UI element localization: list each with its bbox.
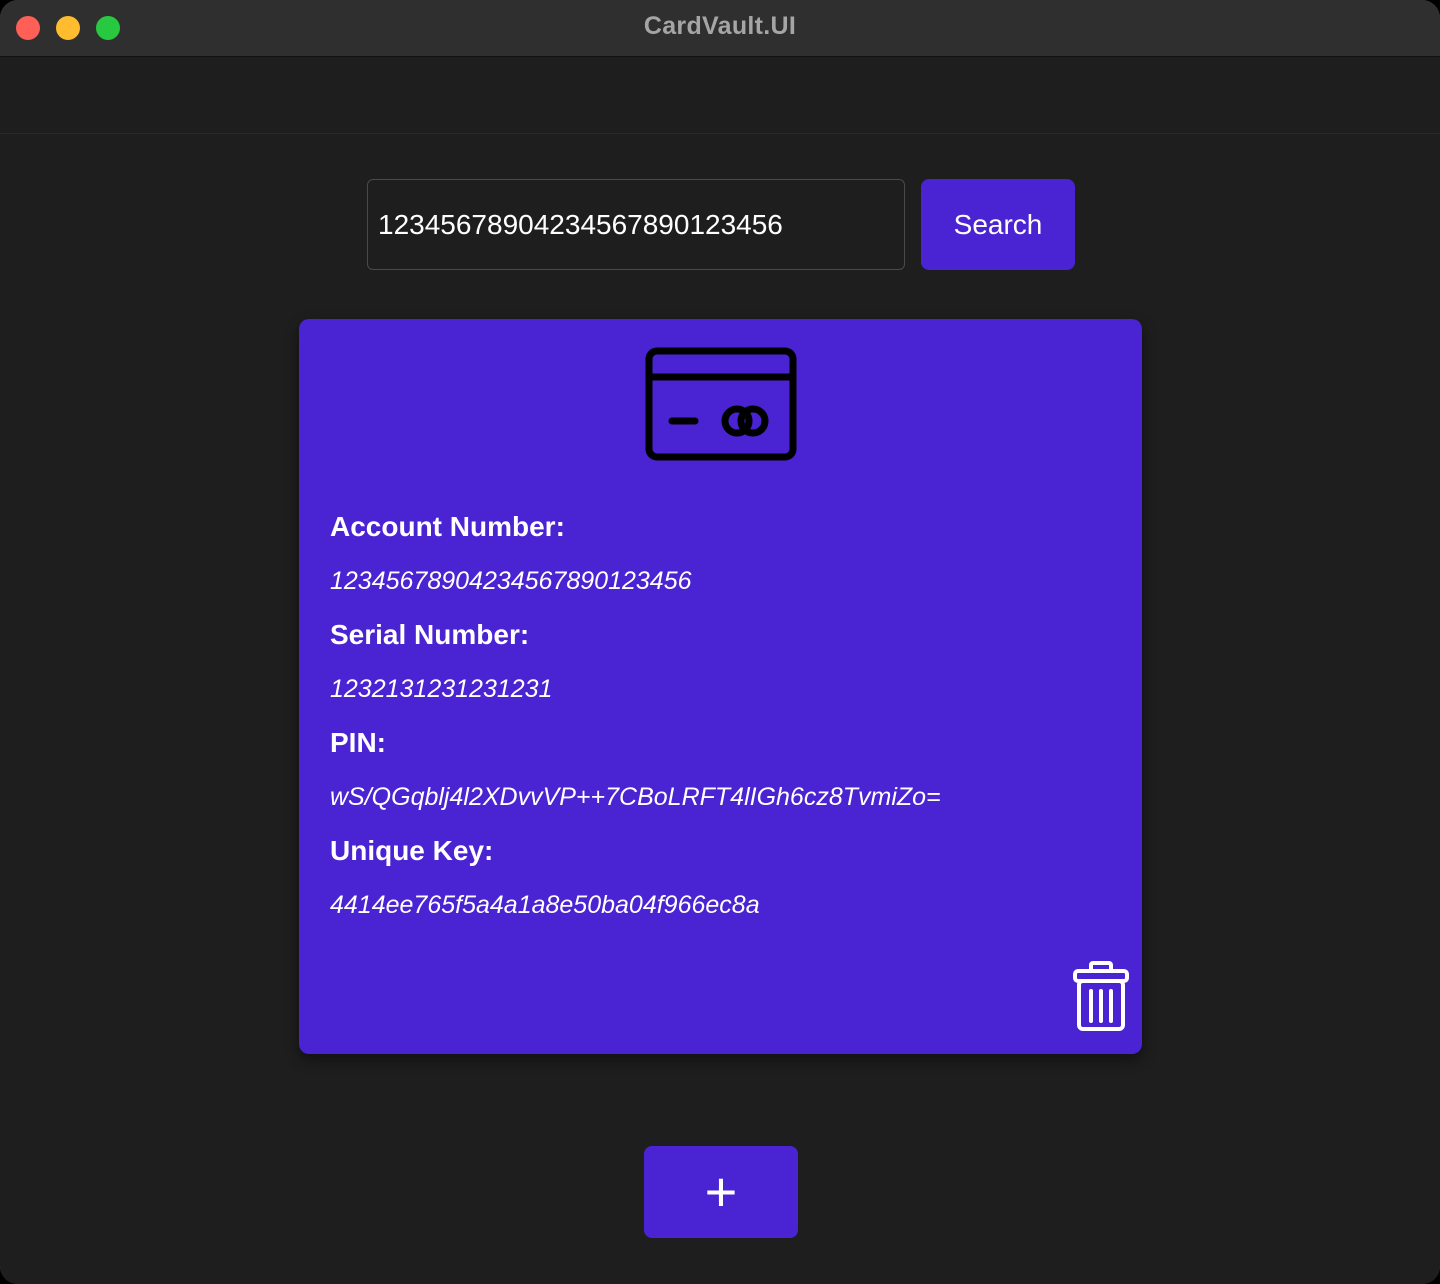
- window-title: CardVault.UI: [643, 12, 797, 40]
- card-details: Account Number: 123456789042345678901234…: [299, 319, 1142, 1054]
- add-card-button[interactable]: +: [644, 1146, 798, 1238]
- app-window: CardVault.UI Search Account Number: 1234…: [0, 0, 1440, 1284]
- pin-value: wS/QGqblj4l2XDvvVP++7CBoLRFT4lIGh6cz8Tvm…: [330, 783, 941, 811]
- toolbar-area: [0, 57, 1440, 134]
- title-bar: CardVault.UI: [0, 0, 1440, 57]
- credit-card-icon: [645, 347, 797, 461]
- pin-label: PIN:: [330, 727, 386, 758]
- trash-icon[interactable]: [1069, 959, 1133, 1033]
- account-number-label: Account Number:: [330, 511, 565, 542]
- main-content: Search Account Number: 12345678904234567…: [0, 134, 1440, 1284]
- serial-number-value: 1232131231231231: [330, 675, 553, 703]
- unique-key-label: Unique Key:: [330, 835, 494, 866]
- search-button[interactable]: Search: [921, 179, 1075, 270]
- unique-key-value: 4414ee765f5a4a1a8e50ba04f966ec8a: [330, 891, 760, 919]
- search-input[interactable]: [367, 179, 905, 270]
- account-number-value: 12345678904234567890123456: [330, 567, 692, 595]
- serial-number-label: Serial Number:: [330, 619, 530, 650]
